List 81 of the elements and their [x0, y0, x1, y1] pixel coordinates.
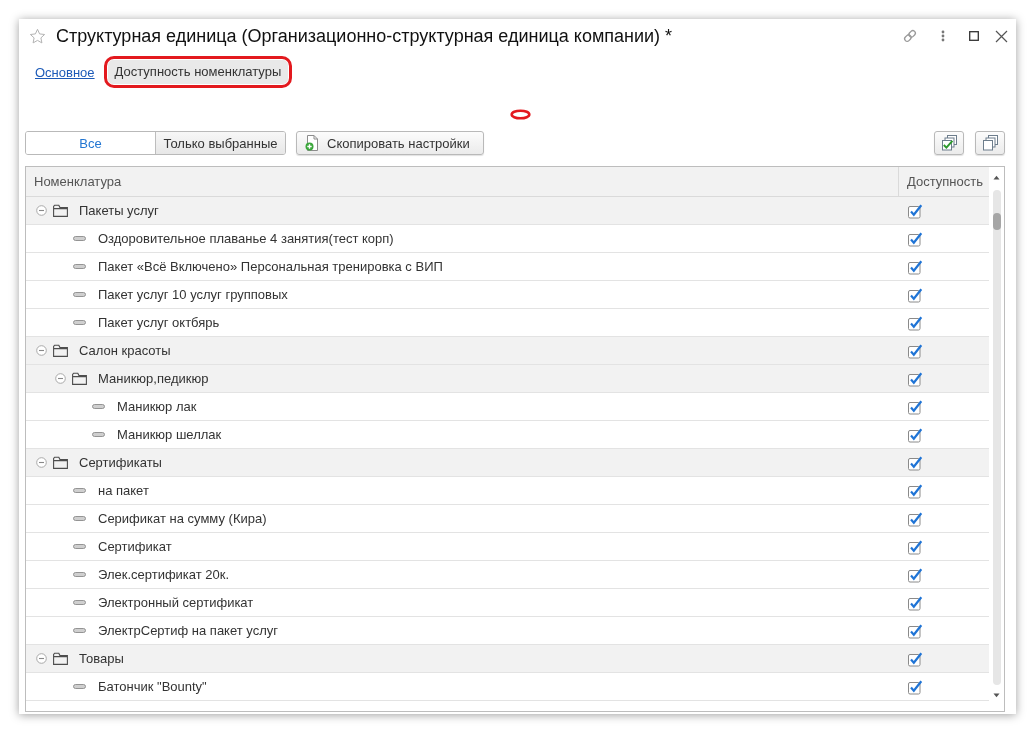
item-icon: [73, 236, 86, 241]
copy-settings-button[interactable]: Скопировать настройки: [296, 131, 484, 155]
checkbox[interactable]: [907, 594, 923, 611]
tab[interactable]: Доступность номенклатуры: [107, 60, 289, 84]
checkbox[interactable]: [907, 370, 923, 387]
scrollbar-track[interactable]: [992, 190, 1001, 685]
item-icon: [73, 292, 86, 297]
item-name: на пакет: [98, 483, 149, 498]
group-name: Товары: [79, 651, 124, 666]
window-title: Структурная единица (Организационно-структурная единица компании) *: [56, 25, 673, 47]
item-icon: [92, 404, 105, 409]
checkbox[interactable]: [907, 398, 923, 415]
item-icon: [73, 488, 86, 493]
checkbox[interactable]: [907, 678, 923, 695]
group-name: Маникюр,педикюр: [98, 371, 209, 386]
item-name: Пакет услуг октбярь: [98, 315, 220, 330]
item-icon: [73, 684, 86, 689]
group-name: Пакеты услуг: [79, 203, 159, 218]
checkbox[interactable]: [907, 202, 923, 219]
group-name: Салон красоты: [79, 343, 171, 358]
check-all-button[interactable]: [934, 131, 964, 155]
link-icon[interactable]: [902, 28, 918, 44]
item-name: Серификат на сумму (Кира): [98, 511, 267, 526]
scroll-up-icon[interactable]: [993, 175, 1000, 180]
folder-icon: [53, 344, 68, 357]
collapse-icon[interactable]: [36, 345, 47, 356]
scrollbar-thumb[interactable]: [992, 213, 1001, 230]
item-icon: [73, 544, 86, 549]
folder-icon: [72, 372, 87, 385]
checkbox[interactable]: [907, 482, 923, 499]
collapse-icon[interactable]: [36, 653, 47, 664]
checkbox[interactable]: [907, 286, 923, 303]
group-name: Сертификаты: [79, 455, 162, 470]
collapse-icon[interactable]: [55, 373, 66, 384]
menu-icon[interactable]: [941, 30, 945, 42]
stacked-squares-icon: [982, 135, 998, 151]
checkbox[interactable]: [907, 314, 923, 331]
collapse-icon[interactable]: [36, 457, 47, 468]
checkbox[interactable]: [907, 510, 923, 527]
checkbox[interactable]: [907, 426, 923, 443]
close-icon[interactable]: [995, 29, 1008, 43]
checkbox[interactable]: [907, 622, 923, 639]
checkbox[interactable]: [907, 342, 923, 359]
item-name: ЭлектрСертиф на пакет услуг: [98, 623, 278, 638]
column-header: Доступность: [898, 167, 989, 196]
uncheck-all-button[interactable]: [975, 131, 1005, 155]
item-icon: [73, 516, 86, 521]
item-icon: [92, 432, 105, 437]
checkbox[interactable]: [907, 566, 923, 583]
item-name: Маникюр шеллак: [117, 427, 222, 442]
checkbox[interactable]: [907, 230, 923, 247]
item-name: Сертификат: [98, 539, 172, 554]
item-icon: [73, 572, 86, 577]
document-plus-icon: [305, 135, 319, 151]
scroll-down-icon[interactable]: [993, 693, 1000, 698]
filter-toggle[interactable]: Только выбранные: [155, 132, 285, 154]
collapse-icon[interactable]: [36, 205, 47, 216]
stacked-checkboxes-icon: [941, 135, 957, 151]
item-icon: [73, 628, 86, 633]
item-name: Элек.сертификат 20к.: [98, 567, 230, 582]
tab[interactable]: Основное: [35, 64, 95, 80]
checkbox[interactable]: [907, 454, 923, 471]
checkbox[interactable]: [907, 258, 923, 275]
checkbox[interactable]: [907, 650, 923, 667]
item-icon: [73, 320, 86, 325]
item-name: Маникюр лак: [117, 399, 197, 414]
item-name: Батончик "Bounty": [98, 679, 207, 694]
item-name: Электронный сертификат: [98, 595, 254, 610]
maximize-icon[interactable]: [969, 31, 979, 41]
oval-mark-icon: [510, 109, 531, 120]
folder-icon: [53, 456, 68, 469]
column-header: Номенклатура: [33, 173, 123, 191]
item-name: Пакет «Всё Включено» Персональная тренировка с ВИП: [98, 259, 443, 274]
folder-icon: [53, 652, 68, 665]
checkbox[interactable]: [907, 538, 923, 555]
folder-icon: [53, 204, 68, 217]
item-icon: [73, 264, 86, 269]
star-icon[interactable]: [29, 27, 46, 45]
item-icon: [73, 600, 86, 605]
item-name: Пакет услуг 10 услуг групповых: [98, 287, 288, 302]
item-name: Оздоровительное плаванье 4 занятия(тест корп): [98, 231, 394, 246]
